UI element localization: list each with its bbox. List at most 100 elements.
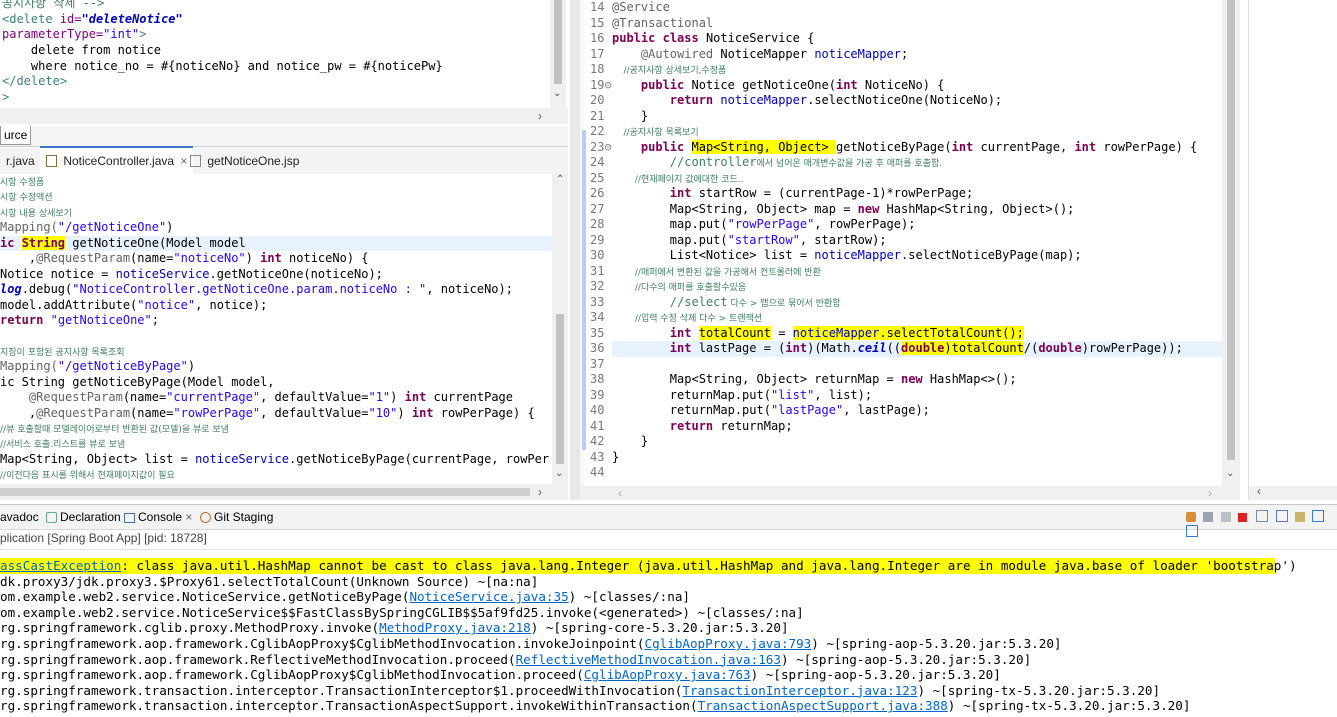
- launch-description: plication [Spring Boot App] [pid: 18728]: [0, 531, 207, 545]
- code-token: "10": [368, 405, 398, 420]
- code-token: @RequestParam: [36, 251, 131, 266]
- outline-pane[interactable]: ‹: [1248, 0, 1337, 500]
- line-number: 38: [590, 372, 605, 386]
- code-token: model.addAttribute(: [0, 297, 138, 312]
- source-link[interactable]: MethodProxy.java:218: [379, 620, 531, 635]
- chevron-down-icon[interactable]: ⌄: [1226, 468, 1234, 479]
- clear-console-icon[interactable]: [1220, 512, 1231, 522]
- source-link[interactable]: ReflectiveMethodInvocation.java:163: [516, 652, 781, 667]
- console-line: rg.springframework.aop.framework.Reflect…: [0, 652, 1275, 668]
- chevron-left-icon[interactable]: ‹: [618, 486, 622, 500]
- mapper-xml-editor[interactable]: 공지사항 삭제 --> <delete id="deleteNotice" para…: [0, 0, 568, 108]
- terminate-icon[interactable]: [1238, 513, 1248, 522]
- code-token: noticeMapper: [720, 93, 808, 107]
- code-token: totalCount: [951, 341, 1024, 355]
- chevron-right-icon[interactable]: ›: [538, 109, 542, 123]
- code-token: Map<String, Object> list =: [0, 451, 196, 466]
- chevron-right-icon[interactable]: ›: [1208, 486, 1212, 500]
- code-token: .getNoticeByPage(currentPage, rowPer: [289, 451, 550, 466]
- line-number: 25: [590, 170, 605, 185]
- code-line: delete from notice: [2, 43, 443, 59]
- source-link[interactable]: TransactionInterceptor.java:123: [682, 683, 917, 698]
- code-token: HashMap<>();: [922, 372, 1017, 386]
- code-token: "getNoticeOne": [50, 312, 152, 327]
- code-token: Mapping(: [0, 359, 58, 374]
- code-token: ): [245, 251, 261, 266]
- open-console-icon[interactable]: [1186, 525, 1198, 537]
- chevron-right-icon[interactable]: ›: [538, 485, 542, 499]
- display-console-icon[interactable]: [1312, 510, 1325, 522]
- code-token: }: [612, 108, 649, 123]
- controller-editor[interactable]: 시항 수정폼 시항 수정액션 시항 내용 상세보기 Mapping("/getNoti…: [0, 174, 552, 484]
- remove-all-icon[interactable]: [1203, 512, 1214, 522]
- pin-console-icon[interactable]: [1295, 512, 1306, 522]
- code-line: return returnMap;: [612, 419, 1240, 435]
- source-link[interactable]: NoticeService.java:35: [409, 589, 568, 604]
- tab-java-file[interactable]: r.java: [0, 148, 41, 174]
- tab-notice-controller[interactable]: NoticeController.java ×: [40, 146, 194, 174]
- line-number: 30: [590, 248, 605, 262]
- tab-console[interactable]: Console ×: [124, 510, 192, 524]
- code-token: int: [1074, 139, 1097, 154]
- chevron-down-icon[interactable]: ⌄: [555, 468, 563, 479]
- code-token: //매퍼에서 변환된 값을 가공해서 컨트롤러에 반환: [612, 267, 821, 278]
- controller-editor-vscrollbar[interactable]: ⌃ ⌄: [552, 174, 568, 484]
- code-token: log: [0, 282, 22, 297]
- controller-editor-hscrollbar[interactable]: ›: [0, 484, 568, 500]
- code-token: (name=: [130, 251, 174, 266]
- code-token: "NoticeController.getNoticeOne.param.not…: [72, 282, 427, 297]
- service-editor[interactable]: 14 15 16 17 18 19⊝ 20 21 22 23⊝ 24 25 26 27 28 29 30 31 32…: [580, 0, 1240, 486]
- code-token: rg.springframework.transaction.intercept…: [0, 682, 683, 698]
- code-token: delete: [16, 74, 60, 89]
- remove-launch-icon[interactable]: [1186, 512, 1196, 522]
- tab-javadoc[interactable]: avadoc: [0, 510, 39, 524]
- console-icon: [124, 513, 135, 523]
- chevron-left-icon[interactable]: ‹: [1257, 484, 1261, 498]
- code-token: //현재페이지 값에대한 코드..: [612, 174, 744, 185]
- tab-git-staging[interactable]: Git Staging: [200, 510, 273, 524]
- source-link[interactable]: CglibAopProxy.java:763: [584, 667, 751, 682]
- chevron-down-icon[interactable]: ⌄: [553, 88, 561, 99]
- editor-splitter[interactable]: [570, 0, 580, 500]
- close-icon[interactable]: ×: [185, 510, 192, 524]
- scroll-lock-icon[interactable]: [1256, 510, 1269, 522]
- code-token: ;: [151, 312, 159, 327]
- word-wrap-icon[interactable]: [1275, 510, 1288, 522]
- code-token: =: [770, 325, 793, 340]
- code-line: map.put("startRow", startRow);: [612, 233, 1240, 249]
- code-token: noticeMapper: [792, 325, 880, 340]
- tab-source[interactable]: urce: [0, 126, 32, 145]
- code-token: select: [684, 294, 728, 309]
- code-line: 시항 수정액션: [0, 189, 552, 204]
- source-link[interactable]: assCastException: [0, 558, 121, 573]
- code-line: ic String getNoticeByPage(Model model,: [0, 375, 552, 390]
- code-token: //: [612, 155, 685, 169]
- source-link[interactable]: TransactionAspectSupport.java:388: [698, 698, 948, 713]
- tab-get-notice-one-jsp[interactable]: getNoticeOne.jsp: [184, 148, 305, 174]
- service-editor-hscrollbar[interactable]: ‹ ›: [580, 486, 1240, 500]
- source-link[interactable]: CglibAopProxy.java:793: [644, 636, 811, 651]
- service-editor-vscrollbar[interactable]: ⌄: [1222, 0, 1240, 486]
- line-number: 40: [590, 403, 605, 417]
- code-token: "1": [368, 390, 391, 405]
- code-token: (name=: [130, 405, 174, 420]
- declaration-icon: [46, 512, 57, 523]
- code-token: .selectTotalCount();: [879, 325, 1024, 340]
- chevron-up-icon[interactable]: ⌃: [556, 174, 564, 185]
- console-view: avadoc Declaration Console × Git Staging…: [0, 504, 1337, 717]
- code-token: HashMap<String, Object>();: [879, 201, 1075, 216]
- code-token: "/getNoticeOne": [57, 220, 167, 235]
- code-token: //서비스 호출.리스트를 뷰로 보냄: [0, 440, 126, 451]
- code-token: int: [785, 341, 808, 355]
- code-token: ,: [0, 251, 37, 266]
- line-number: 29: [590, 232, 605, 247]
- console-line: om.example.web2.service.NoticeService$$F…: [0, 605, 1275, 621]
- xml-editor-vscrollbar[interactable]: ⌄: [550, 0, 566, 108]
- xml-editor-hscrollbar[interactable]: ›: [0, 108, 568, 124]
- code-line: ,@RequestParam(name="rowPerPage", defaul…: [0, 406, 552, 421]
- tab-declaration[interactable]: Declaration: [46, 510, 121, 524]
